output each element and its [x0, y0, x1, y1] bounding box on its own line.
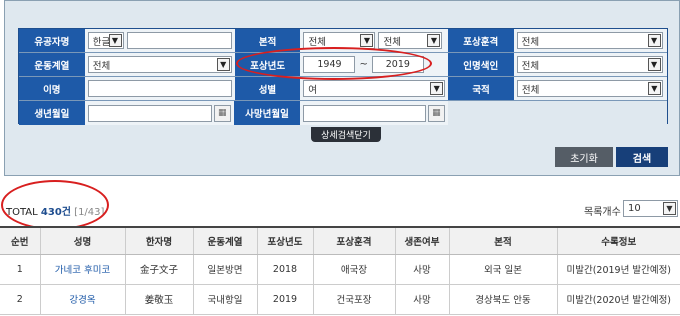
header-cell: 성명	[40, 226, 126, 255]
chevron-down-icon: ▼	[108, 34, 122, 47]
person-name-link[interactable]: 가네코 후미코	[40, 254, 126, 285]
alive-cell: 사망	[395, 254, 450, 285]
header-cell: 생존여부	[395, 226, 450, 255]
award-cell: 애국장	[313, 254, 396, 285]
chevron-down-icon: ▼	[647, 82, 661, 95]
hanja-name: 姜敬玉	[125, 284, 194, 315]
movement-cell: 국내항일	[193, 284, 258, 315]
search-button[interactable]: 검색	[616, 147, 668, 167]
label-nationality: 국적	[448, 77, 514, 100]
origin-cell: 외국 일본	[449, 254, 558, 285]
movement-cell: 일본방면	[193, 254, 258, 285]
header-cell: 운동계열	[193, 226, 258, 255]
award-select[interactable]: 전체 ▼	[516, 32, 663, 49]
name-input[interactable]	[126, 32, 232, 49]
chevron-down-icon: ▼	[647, 58, 661, 71]
header-cell: 포상훈격	[313, 226, 396, 255]
highlight-ellipse-year	[236, 47, 432, 80]
alive-cell: 사망	[395, 284, 450, 315]
search-panel: 유공자명 한글 ▼ 본적 전체 ▼ 전체 ▼ 포상훈격 전체 ▼ 운동계열 전체…	[4, 0, 680, 176]
header-cell: 본적	[449, 226, 558, 255]
alias-input[interactable]	[87, 80, 232, 97]
table-row: 2 강경옥 姜敬玉 국내항일 2019 건국포장 사망 경상북도 안동 미발간(…	[0, 284, 680, 315]
person-name-link[interactable]: 강경옥	[40, 284, 126, 315]
chevron-down-icon: ▼	[647, 34, 661, 47]
empty-cell	[447, 101, 667, 125]
header-cell: 한자명	[125, 226, 194, 255]
reset-button[interactable]: 초기화	[555, 147, 613, 167]
calendar-icon[interactable]: ▦	[427, 104, 445, 122]
label-movement: 운동계열	[19, 53, 85, 76]
gender-select[interactable]: 여 ▼	[303, 80, 446, 97]
page-size-label: 목록개수	[584, 207, 621, 218]
label-death-date: 사망년월일	[234, 101, 300, 125]
chevron-down-icon: ▼	[427, 34, 441, 47]
chevron-down-icon: ▼	[216, 58, 230, 71]
label-gender: 성별	[234, 77, 301, 100]
movement-select[interactable]: 전체 ▼	[87, 56, 232, 73]
chevron-down-icon: ▼	[663, 202, 676, 215]
page-size-select[interactable]: 10 ▼	[623, 200, 678, 217]
row-number: 1	[0, 254, 41, 285]
origin-cell: 경상북도 안동	[449, 284, 558, 315]
award-year-cell: 2019	[257, 284, 314, 315]
record-cell: 미발간(2020년 발간예정)	[557, 284, 680, 315]
chevron-down-icon: ▼	[430, 82, 444, 95]
label-alias: 이명	[19, 77, 85, 100]
header-cell: 순번	[0, 226, 41, 255]
award-year-cell: 2018	[257, 254, 314, 285]
birth-date-input[interactable]	[87, 104, 212, 122]
name-lang-select[interactable]: 한글 ▼	[87, 32, 124, 49]
label-index: 인명색인	[447, 53, 514, 76]
origin-city-select[interactable]: 전체 ▼	[378, 32, 443, 49]
header-cell: 수록정보	[557, 226, 680, 255]
death-date-input[interactable]	[302, 104, 426, 122]
row-number: 2	[0, 284, 41, 315]
award-cell: 건국포장	[313, 284, 396, 315]
highlight-ellipse-total	[1, 180, 109, 230]
chevron-down-icon: ▼	[360, 34, 374, 47]
record-cell: 미발간(2019년 발간예정)	[557, 254, 680, 285]
label-name: 유공자명	[19, 29, 85, 52]
result-table: 순번 성명 한자명 운동계열 포상년도 포상훈격 생존여부 본적 수록정보 1 …	[0, 226, 680, 315]
label-birth-date: 생년월일	[19, 101, 85, 125]
header-cell: 포상년도	[257, 226, 314, 255]
calendar-icon[interactable]: ▦	[213, 104, 231, 122]
index-select[interactable]: 전체 ▼	[516, 56, 663, 73]
toggle-detail-search-button[interactable]: 상세검색닫기	[311, 127, 381, 142]
nationality-select[interactable]: 전체 ▼	[516, 80, 663, 97]
table-header-row: 순번 성명 한자명 운동계열 포상년도 포상훈격 생존여부 본적 수록정보	[0, 226, 680, 255]
hanja-name: 金子文子	[125, 254, 194, 285]
label-award: 포상훈격	[447, 29, 514, 52]
table-row: 1 가네코 후미코 金子文子 일본방면 2018 애국장 사망 외국 일본 미발…	[0, 254, 680, 285]
